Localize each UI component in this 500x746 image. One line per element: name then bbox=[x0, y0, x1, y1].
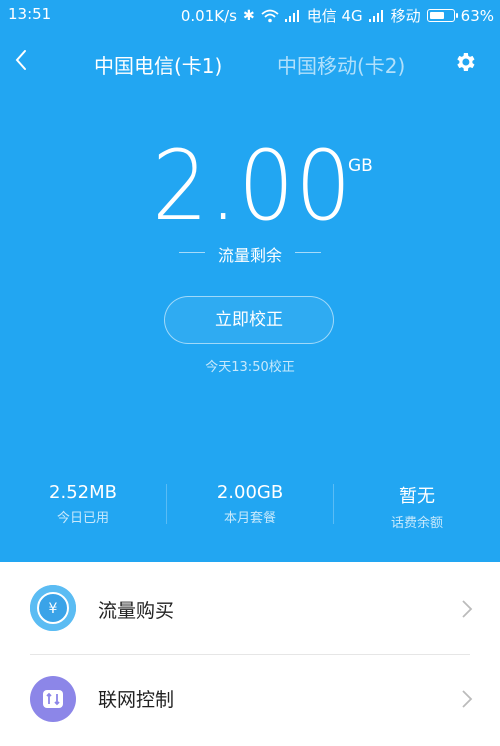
menu-item-label: 流量购买 bbox=[98, 600, 175, 622]
gear-icon[interactable] bbox=[453, 50, 477, 74]
header-bar: 中国电信(卡1) 中国移动(卡2) bbox=[0, 40, 500, 84]
carrier1-label: 电信 4G bbox=[306, 7, 363, 25]
signal-icon-sim2 bbox=[368, 9, 385, 22]
back-arrow-icon[interactable] bbox=[12, 46, 32, 74]
stat-label: 本月套餐 bbox=[223, 511, 276, 526]
stat-label: 话费余额 bbox=[390, 516, 443, 531]
remaining-data-unit: GB bbox=[348, 156, 373, 176]
svg-text:¥: ¥ bbox=[49, 601, 58, 617]
stat-value: 暂无 bbox=[399, 486, 435, 507]
last-calibrated-text: 今天13:50校正 bbox=[205, 360, 295, 375]
stat-value: 2.00GB bbox=[216, 482, 284, 503]
chevron-right-icon bbox=[462, 600, 473, 618]
battery-percent: 63% bbox=[460, 6, 494, 25]
chevron-right-icon bbox=[462, 690, 473, 708]
usage-hero-panel: 13:51 0.01K/s ✱ 电信 4G 移动 63% 中国电信(卡1) 中国… bbox=[0, 0, 500, 562]
signal-icon-sim1 bbox=[284, 9, 301, 22]
network-speed: 0.01K/s bbox=[180, 6, 237, 25]
remaining-data-value: 2.00 bbox=[152, 130, 353, 242]
stat-label: 今日已用 bbox=[56, 511, 109, 526]
stat-monthly-plan: 2.00GB 本月套餐 bbox=[167, 482, 333, 526]
menu-item-buy-data[interactable]: ¥ 流量购买 bbox=[0, 562, 500, 655]
tab-sim2[interactable]: 中国移动(卡2) bbox=[277, 50, 405, 79]
status-time: 13:51 bbox=[8, 5, 52, 23]
calibrate-now-button[interactable]: 立即校正 bbox=[164, 296, 334, 344]
yen-coin-icon: ¥ bbox=[30, 585, 76, 631]
network-control-icon bbox=[30, 676, 76, 722]
battery-icon bbox=[426, 9, 458, 22]
menu-item-label: 联网控制 bbox=[98, 689, 175, 711]
menu-item-network-control[interactable]: 联网控制 bbox=[0, 654, 500, 746]
wifi-icon bbox=[261, 9, 279, 22]
stat-value: 2.52MB bbox=[49, 482, 117, 503]
stat-phone-balance: 暂无 话费余额 bbox=[334, 482, 500, 531]
bluetooth-icon: ✱ bbox=[242, 7, 255, 24]
divider-right bbox=[295, 252, 321, 253]
menu-list: ¥ 流量购买 联网控制 bbox=[0, 562, 500, 722]
stat-today-used: 2.52MB 今日已用 bbox=[0, 482, 166, 526]
status-bar: 13:51 0.01K/s ✱ 电信 4G 移动 63% bbox=[0, 0, 500, 28]
remaining-label: 流量剩余 bbox=[217, 246, 282, 265]
remaining-label-row: 流量剩余 bbox=[0, 240, 500, 265]
carrier2-label: 移动 bbox=[390, 7, 421, 25]
status-right: 0.01K/s ✱ 电信 4G 移动 63% bbox=[181, 5, 494, 26]
tab-sim1[interactable]: 中国电信(卡1) bbox=[94, 50, 222, 79]
